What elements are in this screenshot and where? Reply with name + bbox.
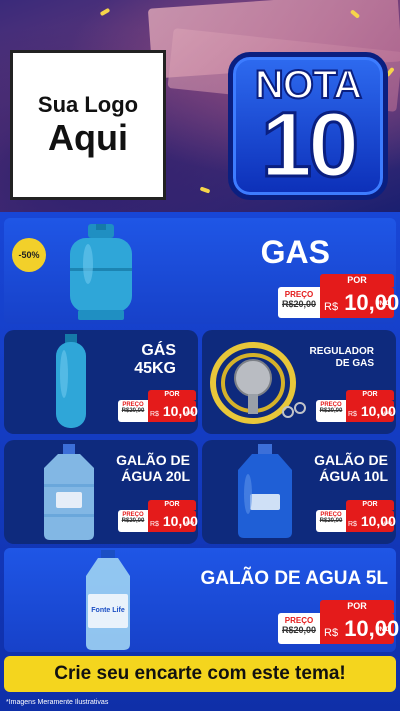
price-new: R$ 10,00 UNID [320, 613, 399, 644]
price-value: 10,00 [344, 290, 400, 315]
price-tag: POR PREÇO R$20,00 R$ 10,00 UNID [316, 390, 396, 422]
product-title-line1: REGULADOR [309, 346, 374, 357]
gas-regulator-image [210, 342, 306, 424]
product-title: GALÃO DE ÁGUA 20L [116, 452, 190, 484]
price-tag: POR PREÇO R$20,00 R$ 10,00 UNID [118, 390, 198, 422]
product-title-line2: DE GAS [335, 357, 374, 369]
product-title-line2: ÁGUA 20L [121, 468, 190, 485]
product-card-galao-5l: Fonte Life GALÃO DE AGUA 5L POR PREÇO R$… [4, 548, 399, 652]
product-title-line2: ÁGUA 10L [319, 468, 388, 485]
gas-cylinder-image [70, 224, 132, 320]
logo-text-line2: Aqui [48, 117, 128, 159]
price-currency: R$ [348, 411, 357, 418]
price-preco-label: PREÇO [284, 616, 314, 625]
price-old-box: PREÇO R$20,00 [278, 287, 320, 318]
price-unit: UNID [184, 410, 194, 415]
product-title: GALÃO DE AGUA 5L [200, 568, 388, 589]
price-currency: R$ [324, 627, 339, 639]
cta-banner[interactable]: Crie seu encarte com este tema! [4, 656, 396, 692]
price-unit: UNID [382, 410, 392, 415]
price-old-box: PREÇO R$20,00 [118, 510, 148, 532]
price-old-box: PREÇO R$20,00 [278, 613, 320, 644]
price-por-label: POR [148, 500, 196, 510]
price-tag: POR PREÇO R$20,00 R$ 10,00 UNID [278, 274, 399, 318]
price-por-label: POR [148, 390, 196, 400]
footer-disclaimer: *Imagens Meramente Ilustrativas [6, 699, 109, 706]
price-new: R$ 10,00 UNID [148, 400, 198, 422]
confetti-decoration [199, 186, 211, 194]
price-unit: UNID [184, 520, 194, 525]
product-card-galao-10l: GALÃO DE ÁGUA 10L POR PREÇO R$20,00 R$ 1… [202, 440, 396, 544]
price-new: R$ 10,00 UNID [320, 287, 399, 318]
price-old: R$20,00 [121, 518, 145, 524]
product-title-line1: GÁS [141, 342, 176, 359]
water-jug-10l-image [238, 444, 292, 538]
price-currency: R$ [150, 411, 159, 418]
price-old: R$20,00 [319, 408, 343, 414]
price-old-box: PREÇO R$20,00 [118, 400, 148, 422]
water-jug-20l-image [44, 444, 94, 540]
price-currency: R$ [348, 521, 357, 528]
discount-badge: -50% [12, 238, 46, 272]
price-por-label: POR [320, 600, 394, 613]
nota-number: 10 [259, 94, 360, 196]
product-card-regulador: REGULADOR DE GAS POR PREÇO R$20,00 R$ 10… [202, 330, 396, 434]
gas-45kg-cylinder-image [56, 334, 86, 428]
product-title-line1: GALÃO DE [116, 452, 190, 468]
price-currency: R$ [150, 521, 159, 528]
logo-placeholder: Sua Logo Aqui [10, 50, 166, 200]
price-old: R$20,00 [319, 518, 343, 524]
flyer: Sua Logo Aqui NOTA 10 -50% GAS POR PREÇO… [0, 0, 400, 711]
product-card-gas: -50% GAS POR PREÇO R$20,00 R$ 10,00 UNID [4, 218, 399, 324]
product-title: GAS [260, 234, 330, 270]
price-value: 10,00 [344, 616, 400, 641]
price-new: R$ 10,00 UNID [148, 510, 198, 532]
logo-text-line1: Sua Logo [37, 92, 139, 117]
price-por-label: POR [346, 500, 394, 510]
nota-10-badge: NOTA 10 [228, 52, 388, 200]
product-title-line1: GALÃO DE [314, 452, 388, 468]
price-por-label: POR [346, 390, 394, 400]
price-old: R$20,00 [281, 299, 317, 309]
product-title-line2: 45KG [134, 360, 176, 378]
price-tag: POR PREÇO R$20,00 R$ 10,00 UNID [278, 600, 399, 644]
price-old-box: PREÇO R$20,00 [316, 510, 346, 532]
header-banner: Sua Logo Aqui NOTA 10 [0, 0, 400, 212]
product-title: REGULADOR DE GAS [310, 346, 374, 369]
price-tag: POR PREÇO R$20,00 R$ 10,00 UNID [316, 500, 396, 532]
confetti-decoration [99, 7, 111, 17]
price-new: R$ 10,00 UNID [346, 400, 396, 422]
product-title: GALÃO DE ÁGUA 10L [314, 452, 388, 484]
water-brand-label: Fonte Life [91, 607, 125, 614]
product-card-gas-45kg: GÁS 45KG POR PREÇO R$20,00 R$ 10,00 UNID [4, 330, 198, 434]
product-card-galao-20l: GALÃO DE ÁGUA 20L POR PREÇO R$20,00 R$ 1… [4, 440, 198, 544]
price-unit: UNID [375, 301, 390, 307]
price-old: R$20,00 [281, 625, 317, 635]
price-preco-label: PREÇO [284, 290, 314, 299]
price-old-box: PREÇO R$20,00 [316, 400, 346, 422]
product-title: GÁS 45KG [134, 342, 176, 379]
price-old: R$20,00 [121, 408, 145, 414]
price-currency: R$ [324, 301, 339, 313]
water-bottle-5l-image: Fonte Life [86, 550, 130, 650]
price-unit: UNID [382, 520, 392, 525]
price-por-label: POR [320, 274, 394, 287]
price-new: R$ 10,00 UNID [346, 510, 396, 532]
price-unit: UNID [375, 627, 390, 633]
price-tag: POR PREÇO R$20,00 R$ 10,00 UNID [118, 500, 198, 532]
